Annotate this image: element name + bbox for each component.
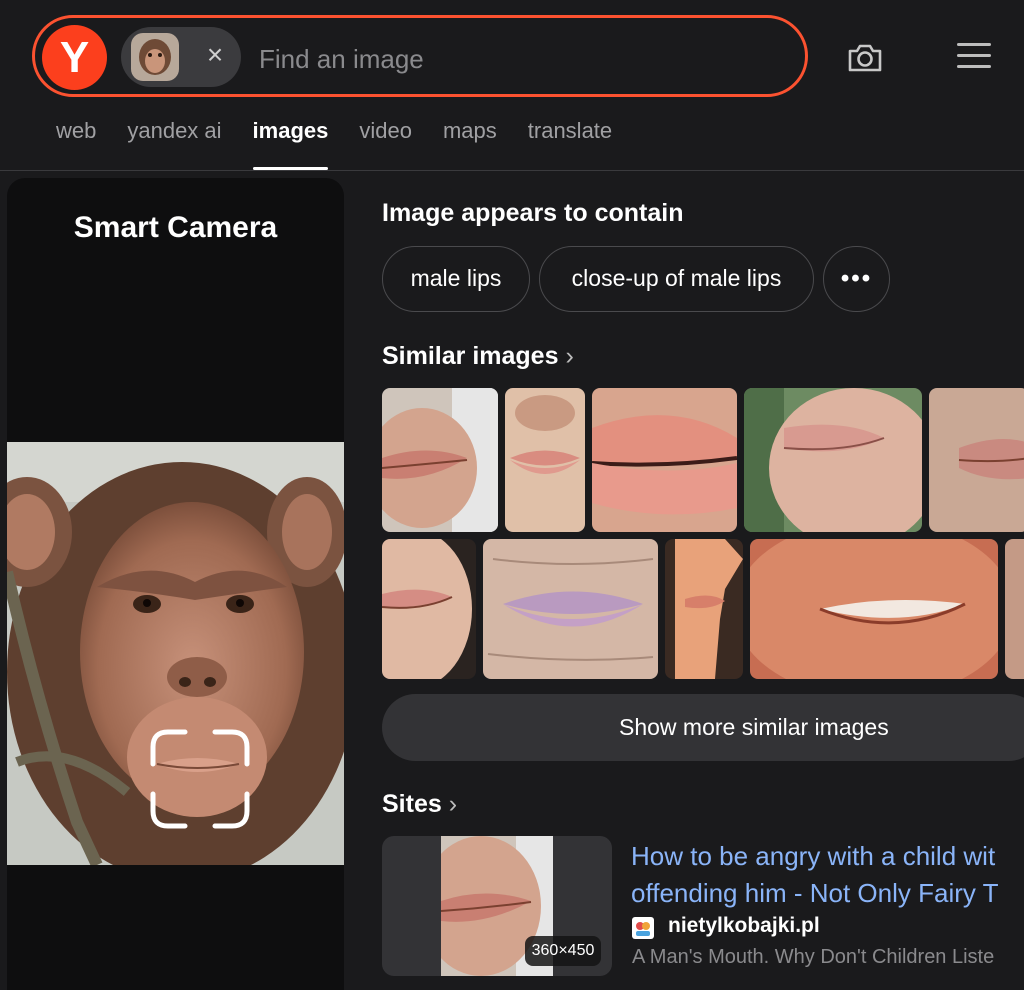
header: Y × web yandex ai ima bbox=[0, 0, 1024, 171]
more-icon[interactable]: ••• bbox=[823, 246, 890, 312]
similar-image[interactable] bbox=[382, 388, 498, 532]
site-snippet: A Man's Mouth. Why Don't Children Liste bbox=[632, 946, 995, 968]
nav-tabs: web yandex ai images video maps translat… bbox=[56, 118, 643, 170]
search-input[interactable] bbox=[257, 38, 761, 80]
site-result-image[interactable]: 360×450 bbox=[382, 836, 612, 976]
sites-label: Sites bbox=[382, 790, 442, 818]
similar-image[interactable] bbox=[592, 388, 737, 532]
tab-yandex-ai[interactable]: yandex ai bbox=[127, 118, 221, 170]
tab-video[interactable]: video bbox=[359, 118, 412, 170]
site-title-line: How to be angry with a child wit bbox=[631, 841, 996, 871]
similar-image[interactable] bbox=[1005, 539, 1024, 679]
chevron-right-icon: › bbox=[565, 342, 574, 370]
similar-image[interactable] bbox=[505, 388, 585, 532]
site-domain[interactable]: nietylkobajki.pl bbox=[668, 914, 820, 938]
yandex-logo[interactable]: Y bbox=[42, 25, 107, 90]
site-favicon-icon bbox=[632, 917, 654, 939]
similar-images-heading[interactable]: Similar images › bbox=[382, 342, 574, 371]
smart-camera-panel: Smart Camera bbox=[7, 178, 344, 990]
site-result-title[interactable]: How to be angry with a child wit offendi… bbox=[631, 838, 1024, 912]
camera-icon[interactable] bbox=[845, 38, 885, 78]
tab-translate[interactable]: translate bbox=[528, 118, 612, 170]
panel-title: Smart Camera bbox=[73, 211, 278, 244]
tag-chip[interactable]: male lips bbox=[382, 246, 530, 312]
tab-maps[interactable]: maps bbox=[443, 118, 497, 170]
similar-image[interactable] bbox=[744, 388, 922, 532]
menu-line bbox=[957, 54, 991, 57]
similar-image[interactable] bbox=[483, 539, 658, 679]
chevron-right-icon: › bbox=[448, 790, 458, 818]
menu-icon[interactable] bbox=[957, 43, 991, 73]
show-more-similar-button[interactable]: Show more similar images bbox=[382, 694, 1024, 761]
menu-line bbox=[957, 65, 991, 68]
contains-heading: Image appears to contain bbox=[382, 199, 684, 227]
tag-chip[interactable]: close-up of male lips bbox=[539, 246, 814, 312]
uploaded-image-chip[interactable]: × bbox=[121, 27, 241, 87]
similar-image[interactable] bbox=[665, 539, 743, 679]
tab-web[interactable]: web bbox=[56, 118, 96, 170]
similar-image[interactable] bbox=[382, 539, 476, 679]
uploaded-image-thumbnail bbox=[131, 33, 179, 81]
search-bar[interactable]: Y × bbox=[32, 15, 808, 97]
image-size-badge: 360×450 bbox=[525, 936, 601, 966]
sites-heading[interactable]: Sites › bbox=[382, 790, 457, 819]
similar-images-label: Similar images bbox=[382, 342, 559, 370]
site-title-line: offending him - Not Only Fairy T bbox=[631, 878, 999, 908]
similar-image[interactable] bbox=[929, 388, 1024, 532]
crop-frame-icon[interactable] bbox=[150, 729, 250, 829]
close-icon[interactable]: × bbox=[201, 41, 229, 69]
similar-image[interactable] bbox=[750, 539, 998, 679]
menu-line bbox=[957, 43, 991, 46]
tab-images[interactable]: images bbox=[252, 118, 328, 170]
